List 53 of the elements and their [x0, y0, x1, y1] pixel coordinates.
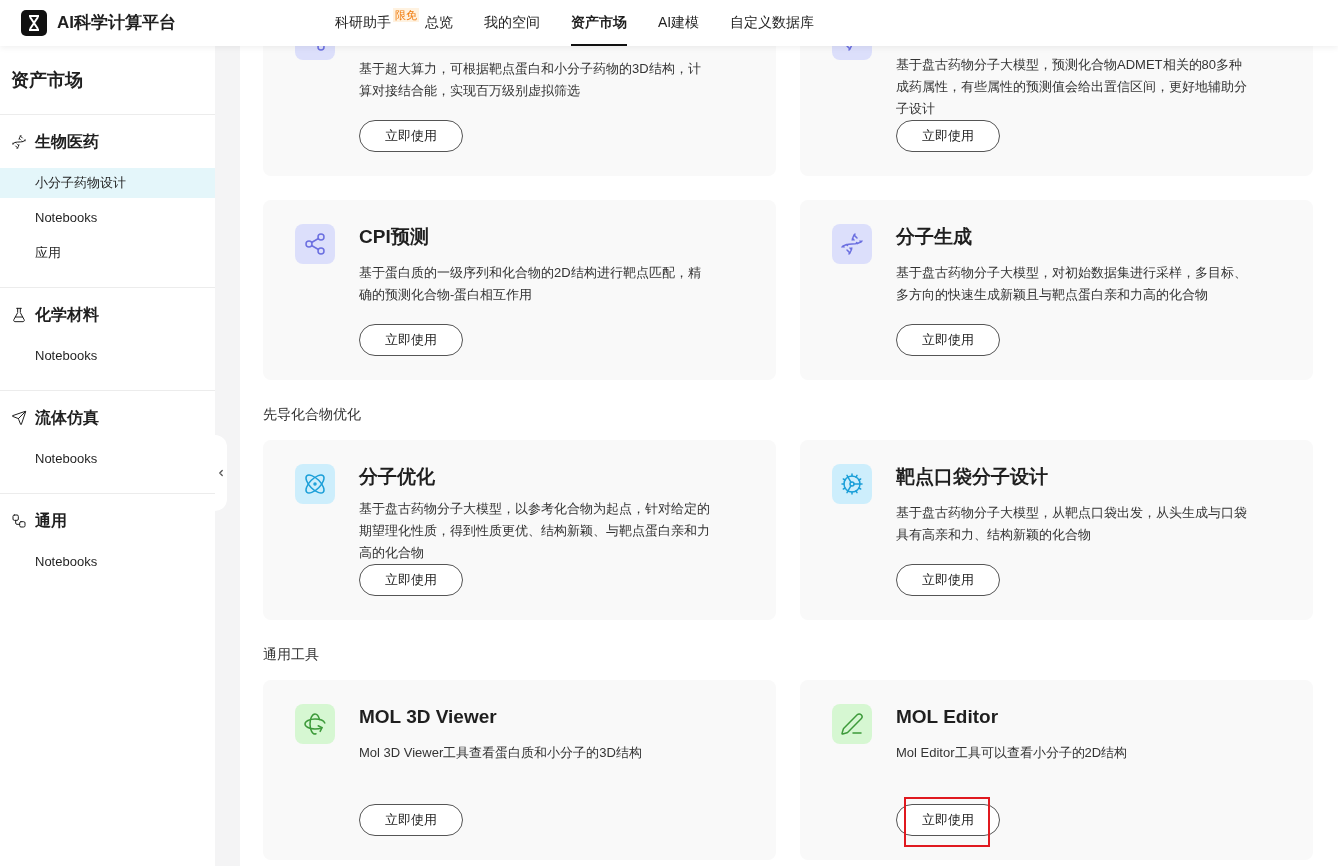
use-now-button[interactable]: 立即使用 [359, 804, 463, 836]
sidebar-group-label: 通用 [35, 511, 67, 531]
sidebar-group-label: 流体仿真 [35, 408, 99, 428]
nav-tab[interactable]: 总览 [425, 0, 453, 46]
nodes-icon [11, 513, 27, 529]
use-now-button[interactable]: 立即使用 [896, 804, 1000, 836]
dna-icon [11, 134, 27, 150]
sidebar-item[interactable]: Notebooks [0, 444, 215, 474]
card-title: CPI预测 [359, 225, 429, 249]
sidebar-item[interactable]: 应用 [0, 238, 215, 268]
sidebar-title: 资产市场 [10, 69, 84, 92]
use-now-button[interactable]: 立即使用 [896, 120, 1000, 152]
card-title: MOL 3D Viewer [359, 705, 497, 729]
card-description: 基于盘古药物分子大模型，以参考化合物为起点，针对给定的期望理化性质，得到性质更优、结构新颖、与靶点蛋白亲和力高的化合物 [359, 500, 711, 562]
card-description: 基于蛋白质的一级序列和化合物的2D结构进行靶点匹配，精确的预测化合物-蛋白相互作用 [359, 264, 702, 304]
section-heading: 通用工具 [263, 645, 320, 664]
card-description: 基于盘古药物分子大模型，从靶点口袋出发，从头生成与口袋具有高亲和力、结构新颖的化合物 [896, 504, 1248, 544]
use-now-button[interactable]: 立即使用 [896, 324, 1000, 356]
gear-icon [832, 464, 872, 504]
plane-icon [11, 410, 27, 426]
card-description: Mol 3D Viewer工具查看蛋白质和小分子的3D结构 [359, 744, 643, 762]
card-title: 分子生成 [896, 225, 972, 249]
promo-badge: 限免 [393, 8, 419, 22]
card-description: 基于盘古药物分子大模型，对初始数据集进行采样，多目标、多方向的快速生成新颖且与靶点蛋白亲和力高的化合物 [896, 264, 1248, 304]
use-now-button[interactable]: 立即使用 [359, 324, 463, 356]
collapse-handle[interactable] [215, 435, 227, 511]
atom-icon [295, 464, 335, 504]
nav-tab[interactable]: AI建模 [658, 0, 700, 46]
flask-icon [11, 307, 27, 323]
sidebar-group-label: 化学材料 [35, 305, 99, 325]
nav-tab[interactable]: 自定义数据库 [730, 0, 815, 46]
card-title: 靶点口袋分子设计 [896, 465, 1048, 489]
card-description: Mol Editor工具可以查看小分子的2D结构 [896, 744, 1129, 762]
use-now-button[interactable]: 立即使用 [896, 564, 1000, 596]
logo-icon [21, 10, 47, 36]
sidebar-group-label: 生物医药 [35, 132, 99, 152]
pen-icon [832, 704, 872, 744]
nav-tab[interactable]: 我的空间 [484, 0, 540, 46]
sidebar-item[interactable]: 小分子药物设计 [0, 168, 215, 198]
sidebar-item[interactable]: Notebooks [0, 341, 215, 371]
sidebar-item[interactable]: Notebooks [0, 203, 215, 233]
use-now-button[interactable]: 立即使用 [359, 564, 463, 596]
card-description: 基于盘古药物分子大模型，预测化合物ADMET相关的80多种成药属性，有些属性的预测值会给出置信区间，更好地辅助分子设计 [896, 56, 1248, 118]
app-title: AI科学计算平台 [57, 12, 176, 35]
nav-tab[interactable]: 科研助手 [335, 0, 391, 46]
card-title: 分子优化 [359, 465, 435, 489]
use-now-button[interactable]: 立即使用 [359, 120, 463, 152]
card-description: 基于超大算力，可根据靶点蛋白和小分子药物的3D结构，计算对接结合能，实现百万级别虚拟筛选 [359, 60, 702, 100]
rotate-3d-icon [295, 704, 335, 744]
caret-icon [216, 468, 226, 478]
section-heading: 先导化合物优化 [263, 405, 362, 424]
card-title: MOL Editor [896, 705, 999, 729]
sidebar-item[interactable]: Notebooks [0, 547, 215, 577]
